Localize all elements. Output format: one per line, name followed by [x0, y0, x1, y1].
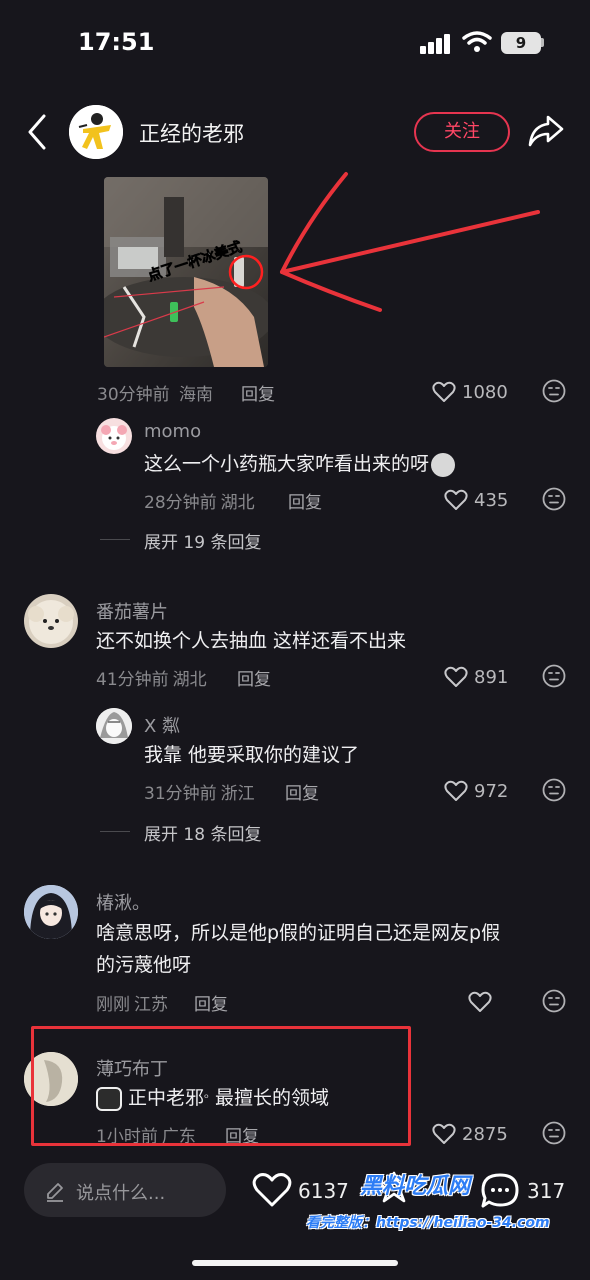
reply-button[interactable]: 回复: [285, 779, 319, 804]
like-button[interactable]: 891: [444, 665, 508, 689]
follow-button[interactable]: 关注: [414, 112, 510, 152]
comment-input-placeholder[interactable]: 说点什么...: [76, 1179, 165, 1205]
author-name[interactable]: 正经的老邪: [139, 118, 244, 148]
status-time: 17:51: [78, 28, 155, 56]
cellular-signal-icon: [420, 34, 450, 54]
heart-icon: [432, 1123, 456, 1144]
commenter-name[interactable]: 椿湫。: [96, 889, 150, 915]
dislike-face-icon[interactable]: [542, 989, 566, 1013]
home-indicator: [192, 1260, 398, 1266]
reply-button[interactable]: 回复: [194, 990, 228, 1015]
commenter-name[interactable]: 番茄薯片: [96, 598, 168, 624]
battery-icon: 9: [501, 32, 541, 54]
reply-avatar[interactable]: [96, 418, 132, 454]
comment-bubble-icon[interactable]: [480, 1172, 520, 1210]
reply-button[interactable]: 回复: [237, 665, 271, 690]
expand-replies-button[interactable]: 展开 18 条回复: [144, 820, 261, 845]
comment-meta: 刚刚 江苏: [96, 995, 168, 1015]
heart-icon: [444, 666, 468, 687]
heart-icon: [468, 991, 492, 1012]
wifi-icon: [462, 31, 492, 52]
reply-author-name[interactable]: momo: [144, 421, 201, 442]
commenter-avatar[interactable]: [24, 885, 78, 939]
dislike-face-icon[interactable]: [542, 379, 566, 403]
back-arrow-icon[interactable]: [24, 112, 48, 152]
dislike-face-icon[interactable]: [542, 778, 566, 802]
like-count: 1080: [462, 381, 508, 403]
post-comment-count: 317: [527, 1179, 566, 1203]
reply-meta: 31分钟前 浙江: [144, 784, 255, 804]
heart-icon: [432, 381, 456, 402]
like-button[interactable]: 972: [444, 779, 508, 803]
heart-icon: [444, 489, 468, 510]
reply-text: 我靠 他要采取你的建议了: [144, 744, 360, 766]
comment-image[interactable]: 点了一杯冰美式: [104, 177, 268, 367]
comment-meta: 30分钟前 海南: [97, 380, 213, 405]
pencil-icon: [47, 1183, 63, 1202]
battery-nub: [541, 38, 544, 47]
battery-level: 9: [515, 34, 527, 52]
watermark-url: 看完整版：https://heiliao-34.com: [306, 1215, 550, 1231]
dislike-face-icon[interactable]: [542, 664, 566, 688]
like-heart-icon[interactable]: [252, 1172, 292, 1208]
share-icon[interactable]: [528, 114, 564, 148]
comment-time: 30分钟前: [97, 385, 170, 405]
comment-text: 还不如换个人去抽血 这样还看不出来: [96, 630, 407, 652]
comment-text-line1: 啥意思呀，所以是他p假的证明自己还是网友p假: [96, 922, 501, 944]
comment-text-line2: 的污蔑他呀: [96, 954, 192, 976]
heart-icon: [444, 780, 468, 801]
like-button[interactable]: 2875: [432, 1122, 508, 1146]
expand-divider: [100, 831, 130, 832]
author-avatar[interactable]: [69, 105, 123, 159]
reply-meta: 28分钟前 湖北: [144, 493, 255, 513]
like-button[interactable]: 1080: [432, 380, 508, 404]
crying-face-emoji: [431, 452, 456, 477]
reply-button[interactable]: 回复: [288, 488, 322, 513]
like-button[interactable]: [468, 990, 498, 1014]
commenter-avatar[interactable]: [24, 594, 78, 648]
expand-replies-button[interactable]: 展开 19 条回复: [144, 528, 261, 553]
comment-meta: 41分钟前 湖北: [96, 670, 207, 690]
dislike-face-icon[interactable]: [542, 1121, 566, 1145]
expand-divider: [100, 539, 130, 540]
post-like-count: 6137: [298, 1179, 349, 1203]
like-button[interactable]: 435: [444, 488, 508, 512]
reply-author-name[interactable]: X 粼: [144, 712, 180, 738]
annotation-highlight-box: [31, 1026, 411, 1146]
reply-text: 这么一个小药瓶大家咋看出来的呀: [144, 448, 456, 480]
watermark-title: 黑料吃瓜网: [360, 1174, 471, 1199]
reply-avatar[interactable]: [96, 708, 132, 744]
comment-location: 海南: [179, 385, 214, 405]
annotation-arrow: [280, 172, 540, 312]
reply-button[interactable]: 回复: [241, 380, 275, 405]
dislike-face-icon[interactable]: [542, 487, 566, 511]
